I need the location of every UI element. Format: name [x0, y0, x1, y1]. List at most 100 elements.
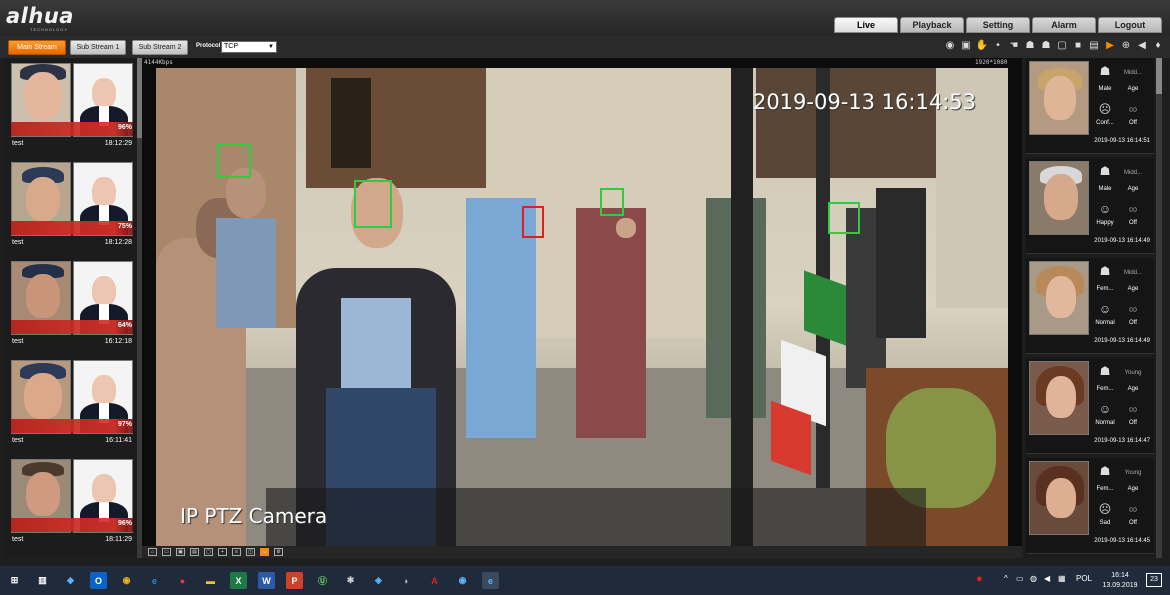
glasses-label: Off	[1129, 220, 1137, 226]
app-icon[interactable]: ◗	[398, 572, 415, 589]
detection-time: 2019-09-13 16:14:47	[1094, 438, 1150, 444]
fullscreen-icon[interactable]: ▢	[204, 548, 213, 556]
tab-playback[interactable]: Playback	[900, 17, 964, 33]
tab-setting[interactable]: Setting	[966, 17, 1030, 33]
attribute-card[interactable]: ☗ Midd... Fem... Age ☺ ∞ Normal Off 2019…	[1026, 258, 1154, 354]
file-explorer-icon[interactable]: ▬	[202, 572, 219, 589]
match-percent: 75%	[117, 223, 132, 230]
powerpoint-icon[interactable]: P	[286, 572, 303, 589]
detected-face-thumbnail	[1029, 161, 1089, 235]
acrobat-icon[interactable]: A	[426, 572, 443, 589]
camera-frame: 2019-09-13 16:14:53 IP PTZ Camera	[156, 68, 1008, 546]
gender-label: Male	[1098, 86, 1112, 92]
keyboard-icon[interactable]: ▦	[1058, 574, 1066, 583]
users-icon[interactable]: ☗	[1040, 40, 1052, 52]
hand-icon[interactable]: ☚	[1008, 40, 1020, 52]
teamviewer-icon[interactable]: ◆	[62, 572, 79, 589]
gender-label: Fem...	[1096, 386, 1114, 392]
region-icon[interactable]: ▣	[960, 40, 972, 52]
image-icon[interactable]: ▤	[1088, 40, 1100, 52]
match-name: test	[12, 536, 24, 543]
match-card[interactable]: 96% test 18:12:29	[8, 60, 136, 152]
person-icon: ☗	[1099, 364, 1111, 378]
match-card[interactable]: 64% test 16:12:18	[8, 258, 136, 350]
person-icon: ☗	[1099, 264, 1111, 278]
gender-label: Fem...	[1096, 286, 1114, 292]
user-icon[interactable]: ☗	[1024, 40, 1036, 52]
language-indicator[interactable]: POL	[1076, 574, 1092, 583]
main-stream-button[interactable]: Main Stream	[8, 40, 66, 55]
task-view-icon[interactable]: ▥	[34, 572, 51, 589]
app-icon[interactable]: ◈	[370, 572, 387, 589]
expression-label: Happy	[1096, 220, 1114, 226]
home-icon[interactable]: ⌂	[148, 548, 157, 556]
match-card[interactable]: 97% test 16:11:41	[8, 357, 136, 449]
fit-icon[interactable]: ▣	[176, 548, 185, 556]
start-icon[interactable]: ⊞	[6, 572, 23, 589]
glasses-icon: ∞	[1128, 102, 1138, 116]
volume-icon[interactable]: ◀	[1044, 574, 1050, 583]
word-icon[interactable]: W	[258, 572, 275, 589]
ptz-icon[interactable]: ✋	[976, 40, 988, 52]
antivirus-icon[interactable]: ●	[976, 573, 983, 585]
rule-icon[interactable]: ◫	[246, 548, 255, 556]
chevron-up-icon[interactable]: ^	[1004, 574, 1008, 583]
snapshot-icon[interactable]: ▢	[1056, 40, 1068, 52]
original-size-icon[interactable]: ▤	[190, 548, 199, 556]
match-name: test	[12, 437, 24, 444]
sub-stream-1-button[interactable]: Sub Stream 1	[70, 40, 126, 55]
ratio-icon[interactable]: ▭	[162, 548, 171, 556]
attribute-list-scrollbar[interactable]	[1156, 58, 1162, 558]
dot-icon[interactable]: •	[992, 40, 1004, 52]
chrome-icon[interactable]: ◉	[118, 572, 135, 589]
attribute-card[interactable]: ☗ Young Fem... Age ☺ ∞ Normal Off 2019-0…	[1026, 358, 1154, 454]
face-overlay-icon[interactable]: ☺	[260, 548, 269, 556]
internet-explorer-icon[interactable]: e	[482, 572, 499, 589]
system-clock[interactable]: 16:14 13.09.2019	[1098, 571, 1142, 591]
zoom-in-icon[interactable]: +	[218, 548, 227, 556]
eye-icon[interactable]: ◉	[944, 40, 956, 52]
notification-count[interactable]: 23	[1146, 573, 1162, 587]
settings-icon[interactable]: ⚙	[274, 548, 283, 556]
zoom-icon[interactable]: ⊕	[1120, 40, 1132, 52]
expression-icon: ☹	[1098, 102, 1112, 116]
match-score-bar	[11, 518, 133, 532]
battery-icon[interactable]: ▭	[1016, 574, 1024, 583]
app-icon[interactable]: ◉	[454, 572, 471, 589]
protocol-select[interactable]: TCP ▼	[221, 41, 277, 53]
match-card[interactable]: 96% test 18:11:29	[8, 456, 136, 548]
detection-time: 2019-09-13 16:14:49	[1094, 238, 1150, 244]
match-card[interactable]: 75% test 18:12:28	[8, 159, 136, 251]
app-icon[interactable]: ●	[174, 572, 191, 589]
attribute-card[interactable]: ☗ Midd... Male Age ☹ ∞ Conf... Off 2019-…	[1026, 58, 1154, 154]
tab-logout[interactable]: Logout	[1098, 17, 1162, 33]
fluency-icon[interactable]: ≡	[232, 548, 241, 556]
tab-alarm[interactable]: Alarm	[1032, 17, 1096, 33]
protocol-label: Protocol	[196, 43, 221, 49]
glasses-label: Off	[1129, 520, 1137, 526]
edge-icon[interactable]: e	[146, 572, 163, 589]
expression-label: Sad	[1099, 520, 1111, 526]
attribute-card[interactable]: ☗ Young Fem... Age ☹ ∞ Sad Off 2019-09-1…	[1026, 458, 1154, 554]
age-group-label: Young	[1124, 370, 1142, 376]
excel-icon[interactable]: X	[230, 572, 247, 589]
sub-stream-2-button[interactable]: Sub Stream 2	[132, 40, 188, 55]
glasses-label: Off	[1129, 420, 1137, 426]
speaker-icon[interactable]: ◀	[1136, 40, 1148, 52]
glasses-label: Off	[1129, 320, 1137, 326]
network-icon[interactable]: ◍	[1030, 574, 1037, 583]
record-icon[interactable]: ■	[1072, 40, 1084, 52]
tab-live[interactable]: Live	[834, 17, 898, 33]
outlook-icon[interactable]: O	[90, 572, 107, 589]
attribute-card[interactable]: ☗ Midd... Male Age ☺ ∞ Happy Off 2019-09…	[1026, 158, 1154, 254]
age-group-label: Midd...	[1123, 70, 1142, 76]
expression-label: Conf...	[1096, 120, 1114, 126]
app-icon[interactable]: ✱	[342, 572, 359, 589]
scrollbar-thumb[interactable]	[1156, 58, 1162, 94]
video-camera-icon[interactable]: ▶	[1104, 40, 1116, 52]
microphone-icon[interactable]: ♦	[1152, 40, 1164, 52]
person-icon: ☗	[1099, 164, 1111, 178]
upwork-icon[interactable]: Ⓤ	[314, 572, 331, 589]
live-video-view[interactable]: 2019-09-13 16:14:53 IP PTZ Camera	[142, 58, 1022, 546]
chevron-down-icon: ▼	[268, 44, 274, 50]
